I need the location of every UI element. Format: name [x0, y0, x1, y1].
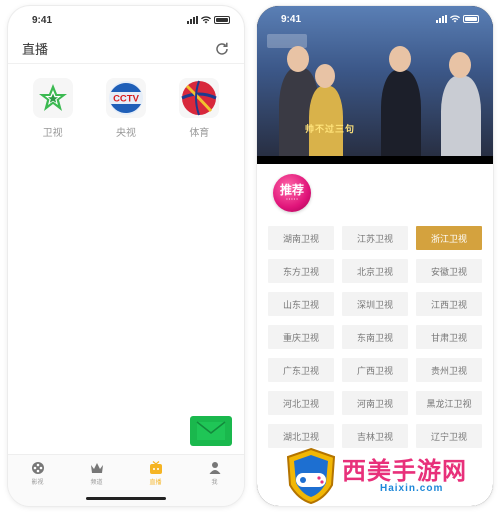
status-bar: 9:41	[8, 6, 244, 34]
recommend-badge: 推荐 • • • • •	[273, 174, 311, 212]
station-button[interactable]: 浙江卫视	[416, 226, 482, 250]
station-button[interactable]: 山东卫视	[268, 292, 334, 316]
mail-button[interactable]	[190, 416, 232, 446]
performer-head	[389, 46, 411, 72]
station-button[interactable]: 河南卫视	[342, 391, 408, 415]
mail-icon	[196, 421, 226, 440]
svg-text:CCTV: CCTV	[113, 94, 140, 105]
navbar: 直播	[8, 34, 244, 64]
station-button[interactable]: 江苏卫视	[342, 226, 408, 250]
live-tv-icon	[149, 461, 162, 474]
station-button[interactable]: 北京卫视	[342, 259, 408, 283]
tab-me[interactable]: 我	[195, 461, 235, 506]
tab-label: 影视	[31, 480, 44, 486]
battery-icon	[463, 15, 479, 23]
performer-head	[449, 52, 471, 78]
cctv-icon: CCTV	[105, 78, 146, 118]
tab-movies[interactable]: 影视	[18, 461, 58, 506]
channel-label: 卫视	[42, 128, 63, 139]
station-button[interactable]: 辽宁卫视	[416, 424, 482, 448]
performer-head	[287, 46, 309, 72]
tab-label: 我	[211, 480, 218, 486]
site-watermark: 西美手游网 Haixin.com	[280, 447, 494, 505]
status-time: 9:41	[32, 14, 53, 26]
station-button[interactable]: 东方卫视	[268, 259, 334, 283]
refresh-icon[interactable]	[214, 41, 230, 57]
status-bar: 9:41	[257, 6, 493, 32]
station-button[interactable]: 重庆卫视	[268, 325, 334, 349]
satellite-tv-icon	[32, 78, 73, 118]
performer-head	[315, 64, 335, 88]
status-time: 9:41	[281, 13, 302, 25]
station-button[interactable]: 贵州卫视	[416, 358, 482, 382]
tab-label: 直播	[149, 480, 162, 486]
station-grid: 湖南卫视 江苏卫视 浙江卫视东方卫视 北京卫视 安徽卫视山东卫视 深圳卫视 江西卫视重庆卫视…	[268, 226, 482, 448]
station-button[interactable]: 安徽卫视	[416, 259, 482, 283]
battery-icon	[214, 16, 230, 24]
video-player[interactable]: 9:41 帅不过三句	[257, 6, 493, 164]
channel-label: 央视	[115, 128, 136, 139]
station-button[interactable]: 河北卫视	[268, 391, 334, 415]
video-bottom-bar	[257, 156, 493, 164]
signal-icon	[187, 16, 198, 24]
wifi-icon	[450, 15, 460, 23]
station-button[interactable]: 吉林卫视	[342, 424, 408, 448]
video-caption: 帅不过三句	[305, 124, 356, 134]
watermark-url: Haixin.com	[380, 483, 444, 494]
sports-ball-icon	[179, 78, 220, 118]
station-button[interactable]: 湖南卫视	[268, 226, 334, 250]
station-button[interactable]: 深圳卫视	[342, 292, 408, 316]
channel-sports[interactable]: 体育	[169, 78, 229, 139]
station-button[interactable]: 广西卫视	[342, 358, 408, 382]
phone-live-list: 9:41 直播 卫视 CCTV 央视 体育 影视 频道 直播 我	[8, 6, 244, 506]
station-button[interactable]: 江西卫视	[416, 292, 482, 316]
home-indicator	[86, 497, 166, 500]
station-button[interactable]: 甘肃卫视	[416, 325, 482, 349]
watermark-text: 西美手游网	[342, 458, 467, 485]
film-reel-icon	[31, 462, 44, 474]
channel-label: 体育	[189, 128, 210, 139]
channel-category-list: 卫视 CCTV 央视 体育	[8, 64, 244, 139]
user-icon	[209, 462, 220, 474]
page-title: 直播	[22, 42, 49, 57]
recommend-badge-title: 推荐	[279, 183, 304, 197]
station-button[interactable]: 湖北卫视	[268, 424, 334, 448]
tab-label: 频道	[90, 480, 103, 486]
crown-icon	[90, 463, 103, 473]
station-button[interactable]: 黑龙江卫视	[416, 391, 482, 415]
gamepad-shield-icon	[286, 447, 336, 505]
channel-cctv[interactable]: CCTV 央视	[96, 78, 156, 139]
wifi-icon	[201, 16, 211, 24]
signal-icon	[436, 15, 447, 23]
channel-satellite[interactable]: 卫视	[23, 78, 83, 139]
performer-figure	[381, 70, 421, 164]
station-button[interactable]: 广东卫视	[268, 358, 334, 382]
station-button[interactable]: 东南卫视	[342, 325, 408, 349]
recommend-badge-sub: • • • • •	[286, 196, 298, 201]
phone-player: 9:41 帅不过三句 推荐 • • • • • 湖南卫视 江苏卫视 浙江卫视东方卫视…	[257, 6, 493, 506]
performer-figure	[441, 76, 481, 164]
